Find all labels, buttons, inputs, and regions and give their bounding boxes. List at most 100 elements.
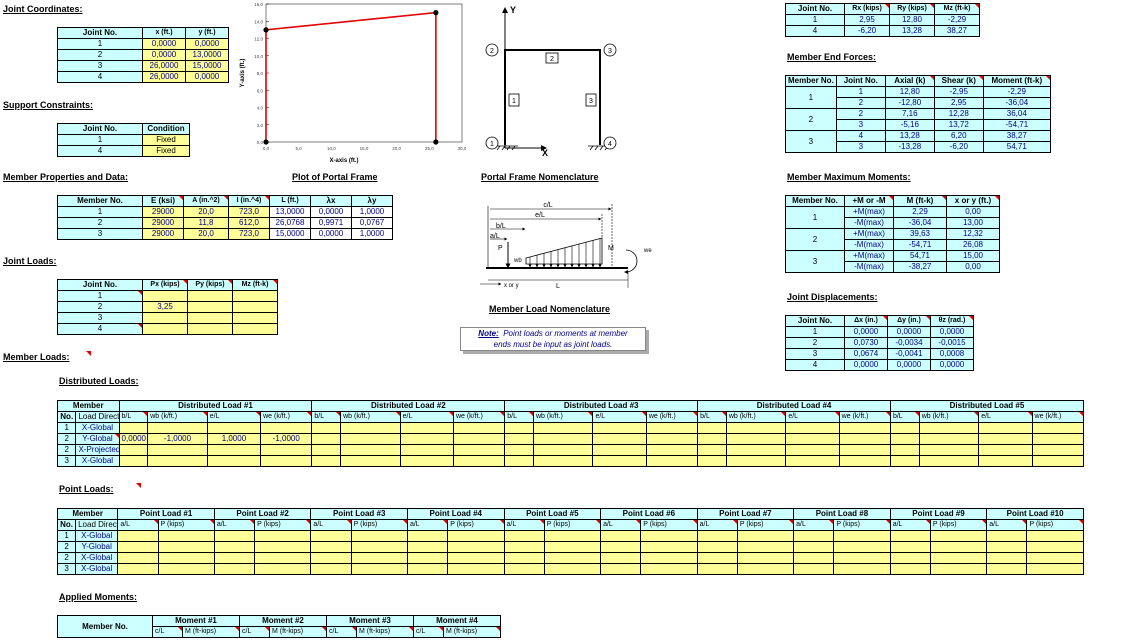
cell-input[interactable]: X-Global xyxy=(75,422,120,434)
cell-input[interactable] xyxy=(117,552,159,564)
cell-input[interactable] xyxy=(1031,422,1085,434)
cell-input[interactable] xyxy=(543,530,602,542)
comment-marker[interactable] xyxy=(136,483,141,488)
cell-input[interactable]: Fixed xyxy=(142,145,190,157)
cell-input[interactable] xyxy=(452,433,506,445)
cell-input[interactable]: -1,0000 xyxy=(147,433,208,445)
cell-input[interactable] xyxy=(117,530,159,542)
cell-input[interactable] xyxy=(640,541,698,553)
cell-input[interactable] xyxy=(986,552,1028,564)
cell-input[interactable] xyxy=(793,541,835,553)
cell-input[interactable] xyxy=(142,323,188,335)
cell-input[interactable] xyxy=(118,422,149,434)
cell-input[interactable] xyxy=(311,422,342,434)
cell-input[interactable]: 0,0000 xyxy=(118,433,149,445)
cell-input[interactable] xyxy=(697,444,727,456)
cell-input[interactable] xyxy=(1026,530,1084,542)
cell-input[interactable] xyxy=(310,530,352,542)
cell-input[interactable] xyxy=(340,455,401,467)
cell-input[interactable] xyxy=(600,563,642,575)
cell-input[interactable] xyxy=(696,530,738,542)
cell-input[interactable] xyxy=(929,530,988,542)
cell-input[interactable]: 15,0000 xyxy=(185,60,229,72)
cell-input[interactable] xyxy=(206,444,262,456)
cell-input[interactable]: X-Projected xyxy=(75,444,120,456)
cell-input[interactable] xyxy=(213,541,256,553)
cell-input[interactable] xyxy=(232,290,278,302)
comment-marker[interactable] xyxy=(86,351,91,356)
cell-input[interactable] xyxy=(889,530,931,542)
cell-input[interactable] xyxy=(504,422,534,434)
cell-input[interactable] xyxy=(978,455,1033,467)
cell-input[interactable] xyxy=(147,455,208,467)
cell-input[interactable]: Fixed xyxy=(142,134,190,146)
cell-input[interactable] xyxy=(452,422,506,434)
cell-input[interactable] xyxy=(918,444,980,456)
cell-input[interactable] xyxy=(929,541,988,553)
cell-input[interactable] xyxy=(406,541,449,553)
cell-input[interactable] xyxy=(532,433,594,445)
cell-input[interactable] xyxy=(503,541,545,553)
cell-input[interactable] xyxy=(889,552,931,564)
cell-input[interactable]: X-Global xyxy=(75,455,120,467)
cell-input[interactable] xyxy=(929,563,988,575)
cell-input[interactable] xyxy=(986,530,1028,542)
cell-input[interactable] xyxy=(447,530,505,542)
cell-input[interactable]: -1,0000 xyxy=(260,433,313,445)
cell-input[interactable] xyxy=(406,563,449,575)
cell-input[interactable] xyxy=(736,552,795,564)
cell-input[interactable]: 26,0000 xyxy=(142,60,186,72)
cell-input[interactable]: 723,0 xyxy=(228,228,270,240)
cell-input[interactable] xyxy=(592,444,647,456)
cell-input[interactable] xyxy=(350,563,408,575)
cell-input[interactable] xyxy=(838,433,891,445)
cell-input[interactable] xyxy=(254,530,312,542)
cell-input[interactable] xyxy=(503,530,545,542)
cell-input[interactable] xyxy=(213,563,256,575)
cell-input[interactable] xyxy=(645,433,699,445)
cell-input[interactable] xyxy=(447,563,505,575)
cell-input[interactable] xyxy=(918,455,980,467)
cell-input[interactable] xyxy=(117,541,159,553)
cell-input[interactable] xyxy=(785,444,840,456)
cell-input[interactable] xyxy=(187,323,233,335)
cell-input[interactable] xyxy=(725,455,787,467)
cell-input[interactable] xyxy=(187,301,233,313)
cell-input[interactable] xyxy=(399,444,454,456)
cell-input[interactable] xyxy=(645,444,699,456)
cell-input[interactable]: 20,0 xyxy=(183,206,229,218)
cell-input[interactable] xyxy=(254,563,312,575)
cell-input[interactable] xyxy=(725,433,787,445)
cell-input[interactable] xyxy=(147,444,208,456)
cell-input[interactable] xyxy=(310,541,352,553)
cell-input[interactable] xyxy=(793,552,835,564)
cell-input[interactable] xyxy=(889,433,920,445)
cell-input[interactable] xyxy=(254,541,312,553)
cell-input[interactable] xyxy=(213,530,256,542)
cell-input[interactable] xyxy=(600,552,642,564)
cell-input[interactable] xyxy=(592,455,647,467)
cell-input[interactable] xyxy=(503,552,545,564)
cell-input[interactable] xyxy=(696,552,738,564)
cell-input[interactable] xyxy=(532,444,594,456)
cell-input[interactable] xyxy=(406,552,449,564)
cell-input[interactable] xyxy=(504,455,534,467)
cell-input[interactable] xyxy=(697,455,727,467)
cell-input[interactable] xyxy=(736,530,795,542)
cell-input[interactable] xyxy=(833,541,891,553)
cell-input[interactable] xyxy=(986,563,1028,575)
cell-input[interactable] xyxy=(406,530,449,542)
cell-input[interactable]: 612,0 xyxy=(228,217,270,229)
cell-input[interactable] xyxy=(696,541,738,553)
cell-input[interactable] xyxy=(725,422,787,434)
cell-input[interactable] xyxy=(640,563,698,575)
cell-input[interactable] xyxy=(600,530,642,542)
cell-input[interactable] xyxy=(187,290,233,302)
cell-input[interactable]: 1,0000 xyxy=(206,433,262,445)
cell-input[interactable] xyxy=(187,312,233,324)
cell-input[interactable] xyxy=(232,312,278,324)
cell-input[interactable] xyxy=(350,530,408,542)
cell-input[interactable] xyxy=(157,552,215,564)
cell-input[interactable] xyxy=(889,563,931,575)
cell-input[interactable] xyxy=(157,563,215,575)
